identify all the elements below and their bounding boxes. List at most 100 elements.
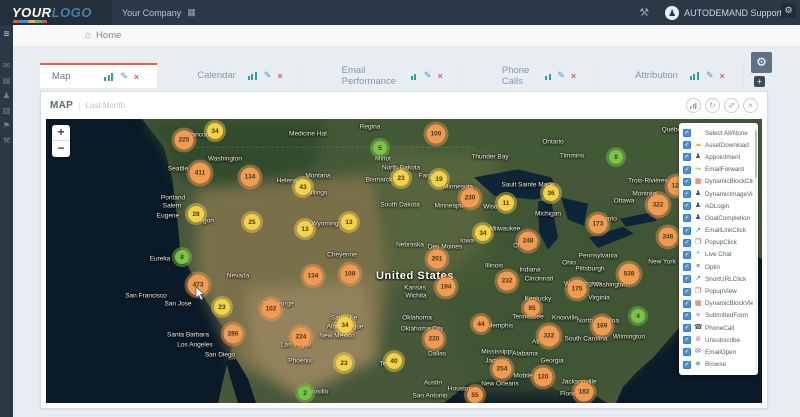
book-icon[interactable]: ▥	[3, 107, 11, 115]
checkbox[interactable]: ✓	[683, 251, 691, 259]
add-tab-button[interactable]: +	[754, 76, 765, 87]
map-cluster-marker[interactable]: 11	[498, 195, 514, 211]
map-cluster-marker[interactable]: 120	[534, 368, 553, 387]
map-cluster-marker[interactable]: 182	[575, 383, 594, 402]
legend-item-adlogin[interactable]: ✓♟ADLogin	[683, 200, 753, 212]
legend-item-popupclick[interactable]: ✓❒PopupClick	[683, 237, 753, 249]
breadcrumb-home-label[interactable]: Home	[96, 30, 121, 41]
checkbox[interactable]: ✓	[683, 275, 691, 283]
map-cluster-marker[interactable]: 4	[631, 309, 645, 323]
checkbox[interactable]: ✓	[683, 361, 691, 369]
close-icon[interactable]: ×	[277, 71, 282, 81]
map-cluster-marker[interactable]: 201	[428, 250, 447, 269]
checkbox[interactable]: ✓	[683, 166, 691, 174]
legend-item-optin[interactable]: ✓≡Optin	[683, 261, 753, 273]
map-cluster-marker[interactable]: 254	[493, 360, 512, 379]
map-cluster-marker[interactable]: 34	[337, 317, 353, 333]
map-cluster-marker[interactable]: 43	[295, 179, 311, 195]
close-icon[interactable]: ×	[438, 71, 443, 81]
tab-map[interactable]: Map✎×	[40, 63, 157, 88]
map-cluster-marker[interactable]: 225	[175, 131, 194, 150]
edit-icon[interactable]: ✎	[424, 70, 432, 81]
dashboard-settings-button[interactable]: ⚙	[751, 52, 772, 73]
edit-icon[interactable]: ✎	[120, 71, 128, 82]
widget-refresh-button[interactable]: ↻	[705, 98, 720, 113]
stats-icon[interactable]	[104, 73, 114, 81]
checkbox[interactable]: ✓	[683, 153, 691, 161]
tab-attribution[interactable]: Attribution✎×	[623, 63, 744, 88]
legend-item-assetdownload[interactable]: ✓☁AssetDownload	[683, 139, 753, 151]
map-cluster-marker[interactable]: 8	[609, 150, 623, 164]
map-cluster-marker[interactable]: 34	[207, 123, 223, 139]
checkbox[interactable]: ✓	[683, 190, 691, 198]
map-cluster-marker[interactable]: 55	[467, 387, 483, 403]
stats-icon[interactable]	[690, 72, 700, 80]
checkbox[interactable]: ✓	[683, 312, 691, 320]
map-cluster-marker[interactable]: 28	[188, 206, 204, 222]
legend-item-submittedform[interactable]: ✓≡SubmittedForm	[683, 310, 753, 322]
widget-chart-button[interactable]	[686, 98, 701, 113]
legend-item-emailopen[interactable]: ✓✉EmailOpen	[683, 346, 753, 358]
legend-scrollbar[interactable]	[755, 128, 758, 370]
stats-icon[interactable]	[545, 72, 551, 80]
widget-close-button[interactable]: ×	[743, 98, 758, 113]
close-icon[interactable]: ×	[719, 71, 724, 81]
legend-item-live-chat[interactable]: ✓❝Live Chat	[683, 249, 753, 261]
checkbox[interactable]: ✓	[683, 214, 691, 222]
flag-icon[interactable]: ⚑	[3, 122, 10, 130]
tab-email-performance[interactable]: Email Performance✎×	[330, 63, 462, 88]
map-cluster-marker[interactable]: 173	[589, 215, 608, 234]
map-cluster-marker[interactable]: 34	[475, 225, 491, 241]
map-cluster-marker[interactable]: 23	[214, 299, 230, 315]
legend-item-appointment[interactable]: ✓♟Appointment	[683, 151, 753, 163]
home-icon[interactable]: ⌂	[85, 30, 91, 41]
map-cluster-marker[interactable]: 169	[593, 317, 612, 336]
map-cluster-marker[interactable]: 232	[498, 272, 517, 291]
legend-item-goalcompletion[interactable]: ✓♟GoalCompletion	[683, 212, 753, 224]
checkbox[interactable]: ✓	[683, 324, 691, 332]
legend-item-emaillinkclick[interactable]: ✓↗EmailLinkClick	[683, 225, 753, 237]
map-canvas[interactable]: + − United StatesVancouverWashingtonSeat…	[46, 119, 762, 403]
map-cluster-marker[interactable]: 40	[386, 353, 402, 369]
hamburger-menu-icon[interactable]: ≡	[4, 30, 10, 40]
wrench-icon[interactable]: ⚒	[639, 6, 649, 19]
legend-item-dynamicblockview[interactable]: ✓▦DynamicBlockView	[683, 298, 753, 310]
checkbox[interactable]: ✓	[683, 300, 691, 308]
legend-item-shorturlclick[interactable]: ✓↗ShortURLClick	[683, 273, 753, 285]
reports-icon[interactable]: ▤	[3, 77, 11, 85]
legend-item-popupview[interactable]: ✓❒PopupView	[683, 285, 753, 297]
stats-icon[interactable]	[248, 72, 258, 80]
legend-item-unsubscribe[interactable]: ✓⊘Unsubscribe	[683, 334, 753, 346]
tab-phone-calls[interactable]: Phone Calls✎×	[490, 63, 595, 88]
map-cluster-marker[interactable]: 23	[336, 355, 352, 371]
checkbox[interactable]: ✓	[683, 227, 691, 235]
map-cluster-marker[interactable]: 134	[304, 267, 323, 286]
map-cluster-marker[interactable]: 23	[393, 170, 409, 186]
map-cluster-marker[interactable]: 2	[298, 386, 312, 400]
map-cluster-marker[interactable]: 19	[431, 171, 447, 187]
checkbox[interactable]: ✓	[683, 288, 691, 296]
avatar[interactable]: ♟	[665, 6, 679, 20]
map-cluster-marker[interactable]: 44	[473, 316, 489, 332]
map-cluster-marker[interactable]: 322	[539, 326, 560, 347]
contacts-icon[interactable]: ♟	[3, 92, 10, 100]
map-cluster-marker[interactable]: 134	[241, 168, 260, 187]
map-cluster-marker[interactable]: 100	[427, 125, 446, 144]
checkbox[interactable]: ✓	[683, 239, 691, 247]
checkbox[interactable]: ✓	[683, 141, 691, 149]
mail-icon[interactable]: ✉	[3, 62, 10, 70]
edit-icon[interactable]: ✎	[557, 70, 565, 81]
map-cluster-marker[interactable]: 248	[519, 232, 538, 251]
map-cluster-marker[interactable]: 224	[292, 328, 311, 347]
map-cluster-marker[interactable]: 13	[341, 214, 357, 230]
user-menu-label[interactable]: AUTODEMAND Support	[684, 8, 782, 18]
map-cluster-marker[interactable]: 102	[262, 300, 281, 319]
checkbox[interactable]: ✓	[683, 263, 691, 271]
map-cluster-marker[interactable]: 95	[524, 300, 540, 316]
edit-icon[interactable]: ✎	[264, 70, 272, 81]
map-cluster-marker[interactable]: 13	[297, 221, 313, 237]
map-cluster-marker[interactable]: 538	[619, 264, 640, 285]
stats-icon[interactable]	[411, 72, 418, 80]
zoom-in-button[interactable]: +	[52, 125, 70, 141]
legend-scrollbar-thumb[interactable]	[755, 130, 758, 178]
